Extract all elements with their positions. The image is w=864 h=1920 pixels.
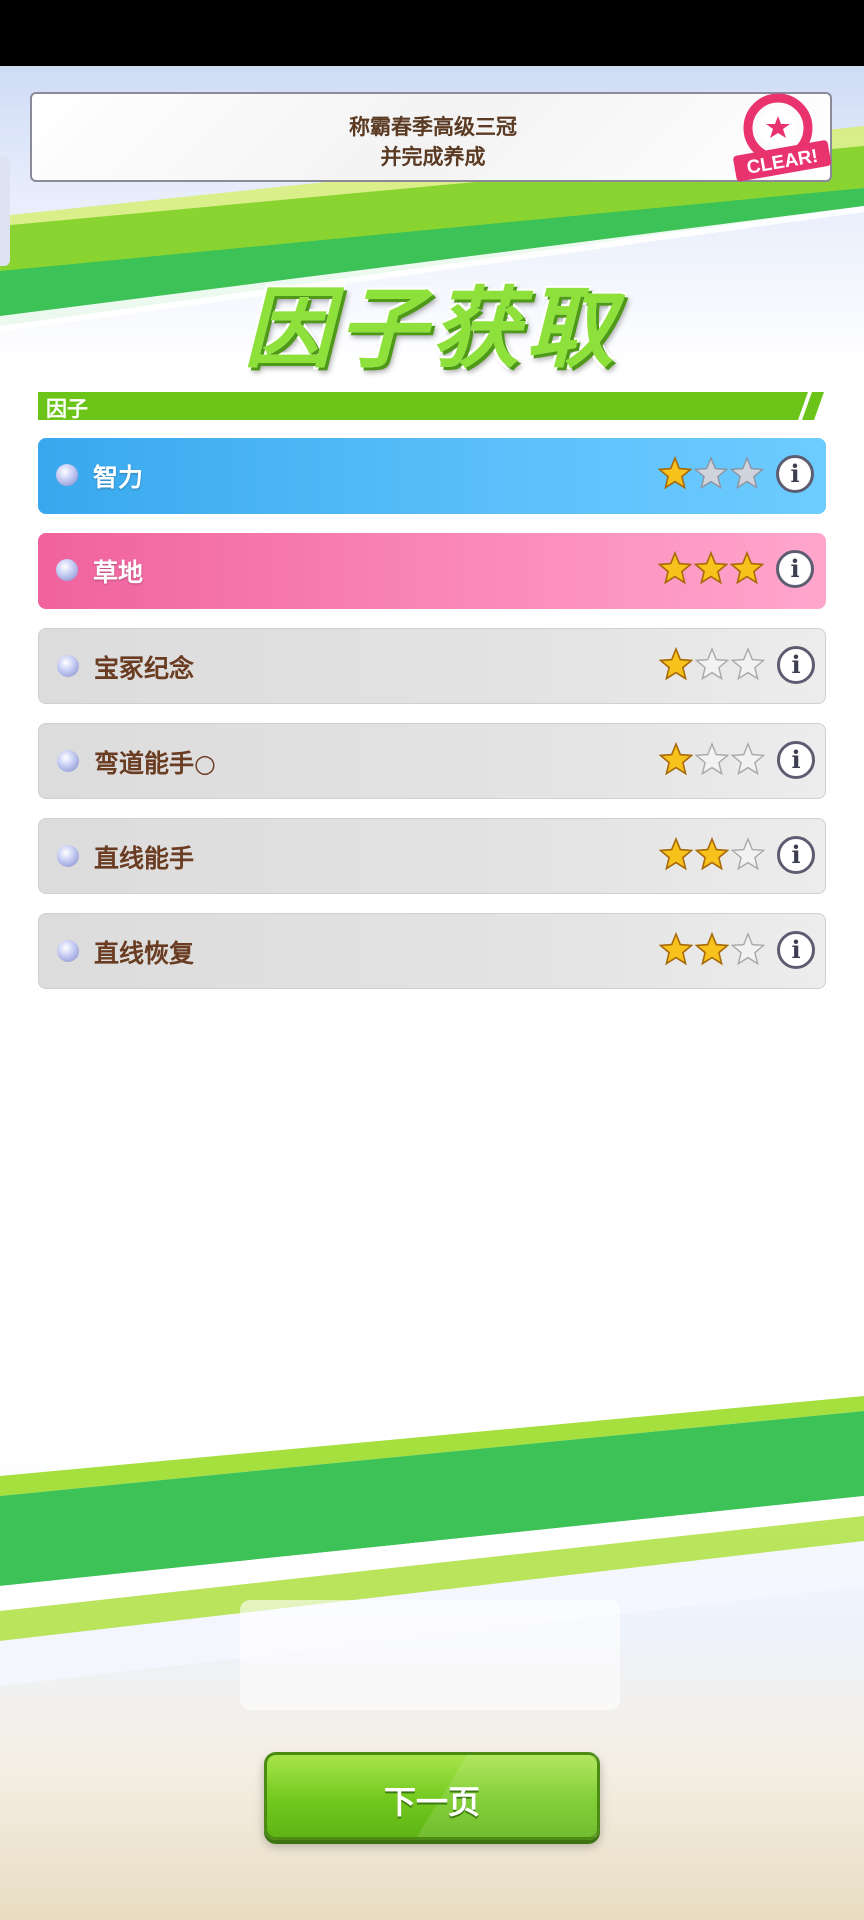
factor-row[interactable]: 宝冢纪念 i: [38, 628, 826, 704]
factor-row[interactable]: 直线恢复 i: [38, 913, 826, 989]
factor-stars: [659, 837, 769, 877]
star-filled-icon: [659, 932, 693, 966]
banner-line-2: 并完成养成: [380, 145, 486, 169]
section-header: 因子: [38, 392, 824, 421]
factor-row[interactable]: 草地 i: [38, 533, 826, 609]
factor-orb-icon: [57, 750, 79, 772]
factor-row[interactable]: 直线能手 i: [38, 818, 826, 894]
section-bar: [38, 392, 824, 420]
star-empty-icon: [731, 932, 765, 966]
blurred-card: [240, 1600, 620, 1710]
star-filled-icon: [659, 837, 693, 871]
factor-orb-icon: [57, 655, 79, 677]
factor-row[interactable]: 智力 i: [38, 438, 826, 514]
info-icon[interactable]: i: [777, 836, 815, 874]
info-icon[interactable]: i: [776, 550, 814, 588]
factor-name: 智力: [93, 463, 144, 492]
factor-stars: [659, 742, 769, 782]
star-filled-icon: [695, 837, 729, 871]
next-page-button[interactable]: 下一页: [264, 1752, 600, 1840]
factor-stars: [658, 551, 768, 591]
info-icon[interactable]: i: [776, 455, 814, 493]
star-filled-icon: [694, 551, 728, 585]
info-icon[interactable]: i: [777, 741, 815, 779]
factor-name: 直线恢复: [94, 939, 195, 968]
info-icon[interactable]: i: [777, 646, 815, 684]
factor-orb-icon: [57, 845, 79, 867]
star-empty-icon: [731, 742, 765, 776]
banner-line-1: 称霸春季高级三冠: [349, 115, 517, 139]
side-tab: [0, 156, 10, 266]
star-empty-icon: [731, 647, 765, 681]
factor-name: 宝冢纪念: [94, 654, 195, 683]
star-filled-icon: [658, 551, 692, 585]
factor-stars: [659, 647, 769, 687]
star-filled-icon: [659, 742, 693, 776]
star-empty-icon: [695, 647, 729, 681]
star-filled-icon: [695, 932, 729, 966]
star-filled-icon: [730, 551, 764, 585]
star-empty-icon: [695, 742, 729, 776]
factor-stars: [659, 932, 769, 972]
factor-name: 直线能手: [94, 844, 195, 873]
star-empty-icon: [731, 837, 765, 871]
page-title: 因子获取: [243, 277, 620, 380]
status-bar: [0, 0, 864, 66]
factor-name: 草地: [93, 558, 144, 587]
objective-banner: 称霸春季高级三冠 并完成养成: [30, 92, 832, 182]
clear-stamp-icon: CLEAR!: [733, 93, 832, 182]
info-icon[interactable]: i: [777, 931, 815, 969]
star-filled-icon: [659, 647, 693, 681]
factor-row[interactable]: 弯道能手○ i: [38, 723, 826, 799]
factor-orb-icon: [57, 940, 79, 962]
star-empty-icon: [730, 456, 764, 490]
star-empty-icon: [694, 456, 728, 490]
section-label: 因子: [46, 397, 88, 421]
next-page-label: 下一页: [383, 1783, 480, 1821]
factor-name: 弯道能手○: [94, 749, 216, 778]
star-filled-icon: [658, 456, 692, 490]
factor-stars: [658, 456, 768, 496]
factor-orb-icon: [56, 559, 78, 581]
factor-orb-icon: [56, 464, 78, 486]
